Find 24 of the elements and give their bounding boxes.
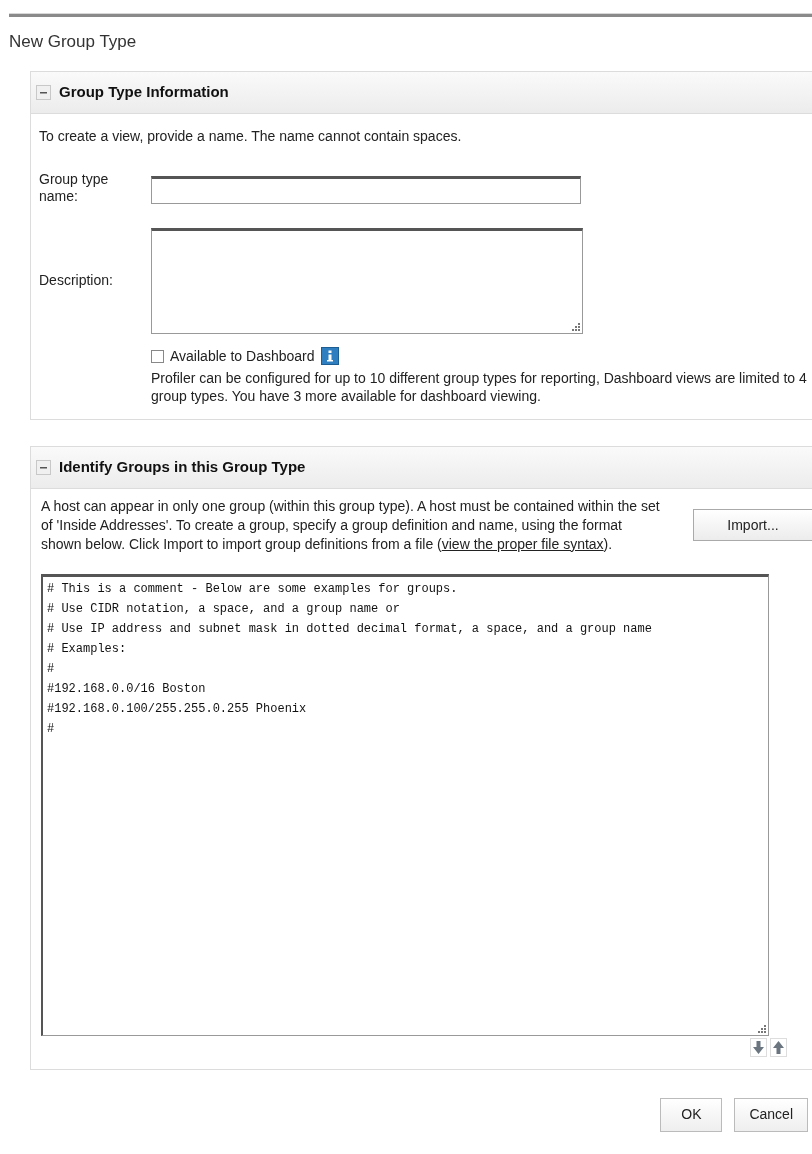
group-type-name-input[interactable] — [151, 175, 581, 204]
instruction-text: To create a view, provide a name. The name cannot contain spaces. — [39, 126, 463, 146]
instruction-text: A host can appear in only one group (within this group type). A host must be contained within the set of 'Inside Addresses'. To create a group, specify a group definition and name, using the format shown below. Click Import to import group definitions from a file (view the proper file syntax). — [41, 496, 661, 554]
down-arrow-icon[interactable] — [750, 1037, 767, 1057]
resize-grip-icon[interactable] — [571, 321, 580, 331]
ok-button[interactable]: OK — [660, 1097, 723, 1132]
import-button[interactable]: Import... — [693, 509, 812, 541]
up-arrow-icon[interactable] — [770, 1037, 787, 1057]
collapse-icon[interactable] — [36, 84, 51, 100]
page-title: New Group Type — [9, 31, 138, 53]
resize-grip-icon[interactable] — [757, 1023, 766, 1033]
panel-title: Group Type Information — [59, 81, 229, 102]
field-label: Group type name: — [39, 170, 110, 205]
checkbox-label[interactable]: Available to Dashboard — [170, 345, 315, 367]
file-syntax-link[interactable]: view the proper file syntax — [441, 535, 604, 552]
dashboard-note: Profiler can be configured for up to 10 different group types for reporting, Dashboard views are limited to 4 group types. You have 3 more available for dashboard viewing. — [151, 368, 808, 405]
description-input[interactable] — [151, 227, 583, 334]
cancel-button[interactable]: Cancel — [734, 1097, 808, 1132]
info-icon[interactable] — [320, 347, 339, 365]
field-label: Description: — [39, 271, 114, 290]
collapse-icon[interactable] — [36, 459, 51, 475]
group-definitions-field[interactable]: # This is a comment - Below are some examples for groups. # Use CIDR notation, a space, and a group name or # Use IP address and subnet mask in dotted decimal format, a space, and a group name # Examples: # #192.168.0.0/16 Boston #192.168.0.100/255.255.0.255 Phoenix # — [41, 573, 769, 1036]
checkbox[interactable] — [151, 349, 164, 363]
panel-title: Identify Groups in this Group Type — [59, 456, 306, 477]
